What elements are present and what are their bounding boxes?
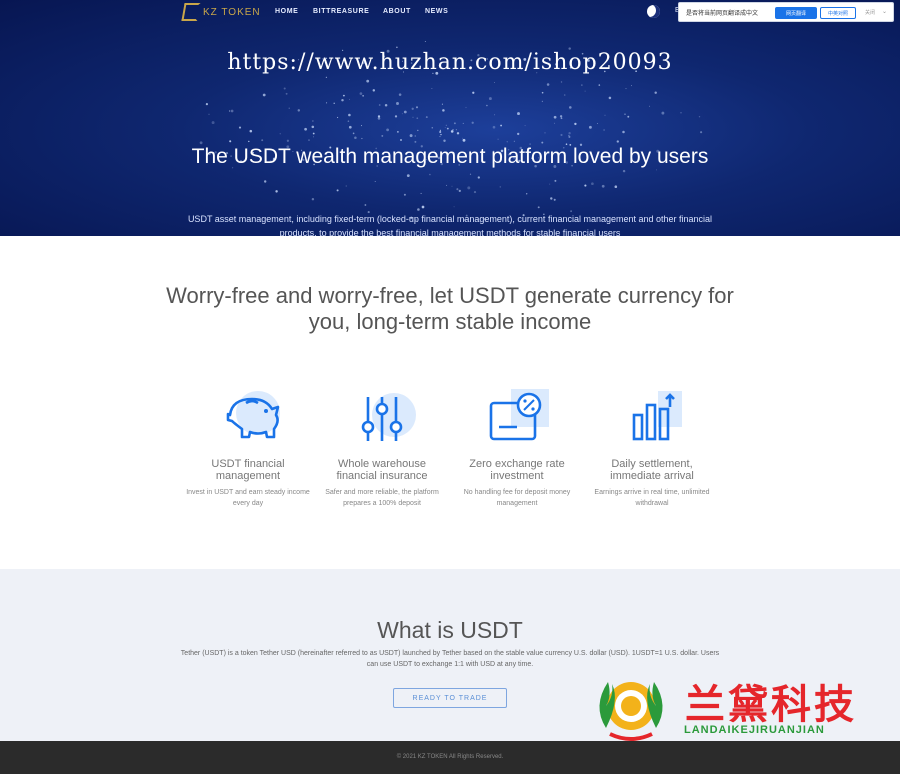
copyright-text: © 2021 KZ TOKEN All Rights Reserved.: [396, 754, 504, 760]
particle-background: [199, 41, 703, 221]
brand-watermark: 兰黛科技 LANDAIKEJIRUANJIAN: [588, 668, 873, 744]
nav-bittreasure[interactable]: BITTREASURE: [313, 8, 369, 15]
nav-news[interactable]: NEWS: [425, 8, 448, 15]
feature-desc: Invest in USDT and earn steady income ev…: [186, 489, 310, 507]
section-body: Tether (USDT) is a token Tether USD (her…: [180, 650, 720, 668]
feature-card: Whole warehouse financial insurance Safe…: [317, 385, 447, 509]
chevron-down-icon[interactable]: ⌄: [882, 8, 887, 15]
feature-desc: Earnings arrive in real time, unlimited …: [594, 489, 710, 507]
watermark-url: https://www.huzhan.com/ishop20093: [227, 50, 673, 75]
brand-en: LANDAIKEJIRUANJIAN: [684, 724, 825, 736]
piggy-bank-icon: [208, 385, 288, 455]
ready-to-trade-button[interactable]: READY TO TRADE: [393, 688, 507, 708]
logo-icon: [181, 3, 201, 21]
close-button[interactable]: 关闭: [865, 9, 875, 16]
hero-subtitle: USDT asset management, including fixed-t…: [187, 214, 713, 236]
hero-title: The USDT wealth management platform love…: [191, 145, 709, 168]
feature-desc: Safer and more reliable, the platform pr…: [325, 489, 439, 507]
feature-card: USDT financial management Invest in USDT…: [183, 385, 313, 509]
feature-card: Daily settlement, immediate arrival Earn…: [587, 385, 717, 509]
hero-banner: KZ TOKEN HOME BITTREASURE ABOUT NEWS E h…: [0, 0, 900, 236]
section-title: What is USDT: [377, 617, 523, 643]
translate-button[interactable]: 网页翻译: [775, 7, 817, 19]
logo-text: KZ TOKEN: [203, 6, 261, 18]
logo[interactable]: KZ TOKEN: [181, 3, 261, 21]
feature-title: Daily settlement, immediate arrival: [610, 458, 694, 482]
feature-title: Whole warehouse financial insurance: [336, 458, 428, 482]
feature-title: USDT financial management: [211, 458, 285, 482]
moon-icon[interactable]: [647, 5, 660, 18]
footer: © 2021 KZ TOKEN All Rights Reserved.: [0, 741, 900, 774]
bar-growth-icon: [612, 385, 692, 455]
feature-desc: No handling fee for deposit money manage…: [463, 489, 571, 507]
translate-popup: 是否将当前网页翻译成中文 网页翻译 中英对照 关闭 ⌄: [678, 2, 894, 22]
feature-card: Zero exchange rate investment No handlin…: [452, 385, 582, 509]
nav-about[interactable]: ABOUT: [383, 8, 411, 15]
feature-title: Zero exchange rate investment: [469, 458, 565, 482]
translate-message: 是否将当前网页翻译成中文: [686, 11, 759, 17]
features-heading: Worry-free and worry-free, let USDT gene…: [166, 283, 734, 334]
brand-cn: 兰黛科技: [685, 682, 857, 728]
percent-card-icon: [477, 385, 557, 455]
sliders-icon: [342, 385, 422, 455]
nav-home[interactable]: HOME: [275, 8, 298, 15]
brand-emblem-icon: [599, 682, 663, 741]
bilingual-button[interactable]: 中英对照: [820, 7, 856, 19]
